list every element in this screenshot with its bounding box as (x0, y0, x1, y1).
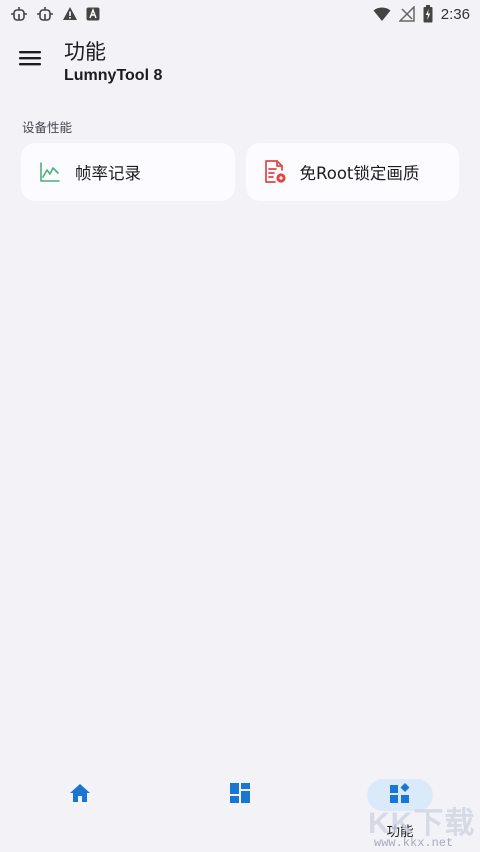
lock-quality-card[interactable]: 免Root锁定画质 (245, 143, 459, 201)
frame-rate-record-card[interactable]: 帧率记录 (21, 143, 235, 201)
page-title: 功能 (64, 40, 106, 64)
card-label: 帧率记录 (75, 164, 141, 183)
page-subtitle: LumnyTool 8 (64, 67, 163, 84)
no-signal-icon (398, 6, 415, 22)
watermark-url: www.kkx.net (374, 836, 454, 850)
nav-item-dashboard[interactable] (160, 770, 320, 852)
wifi-icon (373, 6, 391, 22)
nav-item-home[interactable] (0, 770, 160, 852)
status-time: 2:36 (440, 5, 470, 23)
status-right-icons: 2:36 (373, 5, 470, 23)
section-label: 设备性能 (22, 120, 73, 135)
card-label: 免Root锁定画质 (299, 164, 420, 183)
menu-icon (19, 49, 41, 71)
status-bar: 2:36 (0, 0, 480, 28)
line-chart-icon (37, 159, 63, 185)
watermark: KK下载 www.kkx.net (364, 798, 480, 852)
app-screen: 2:36 功能 LumnyTool 8 设备性能 帧率记录 免Root锁定画质 (0, 0, 480, 852)
warning-icon (62, 6, 78, 22)
battery-charging-icon (423, 5, 433, 23)
feature-cards: 帧率记录 免Root锁定画质 (21, 143, 459, 201)
a-notification-icon (86, 7, 100, 21)
menu-button[interactable] (12, 42, 48, 78)
document-settings-icon (262, 159, 288, 185)
status-left-icons (10, 5, 100, 23)
nav-pill (47, 779, 113, 811)
bug-icon (36, 5, 54, 23)
app-header: 功能 LumnyTool 8 (0, 32, 480, 92)
home-icon (69, 783, 91, 807)
bug-icon (10, 5, 28, 23)
dashboard-icon (230, 783, 250, 807)
nav-pill (207, 779, 273, 811)
